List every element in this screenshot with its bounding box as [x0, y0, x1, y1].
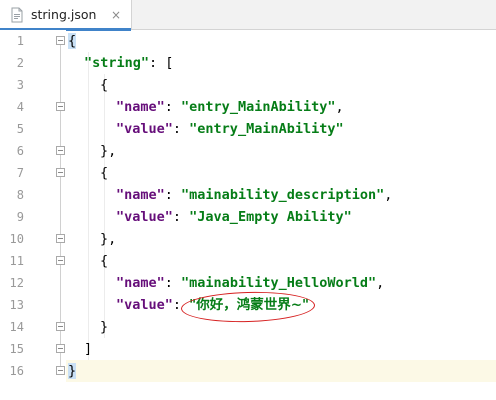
json-key: "value": [116, 209, 173, 225]
code-line-4: "name": "entry_MainAbility",: [116, 96, 344, 118]
punctuation: {: [100, 165, 109, 181]
punctuation: :: [172, 209, 190, 225]
punctuation: },: [100, 143, 117, 159]
json-key: "value": [116, 121, 173, 137]
fold-toggle-icon[interactable]: [56, 322, 65, 331]
fold-guide-line: [60, 42, 61, 370]
code-line-14: }: [100, 316, 108, 338]
line-number: 14: [9, 320, 24, 334]
punctuation: },: [100, 231, 117, 247]
punctuation: ,: [335, 99, 344, 115]
punctuation: : [: [149, 55, 174, 71]
indent-guide: [88, 52, 89, 360]
json-key: "name": [116, 275, 165, 291]
punctuation: :: [164, 275, 182, 291]
json-string-value: "entry_MainAbility": [189, 121, 344, 137]
editor-tab-bar: string.json ×: [0, 0, 496, 31]
json-key: "value": [116, 297, 173, 313]
tab-string-json[interactable]: string.json ×: [0, 0, 132, 31]
punctuation: ]: [84, 341, 93, 357]
code-line-16: }: [68, 360, 77, 382]
line-number: 15: [9, 342, 24, 356]
current-line-highlight: [66, 360, 496, 382]
fold-toggle-icon[interactable]: [56, 234, 65, 243]
indent-guide: [104, 74, 105, 338]
fold-toggle-icon[interactable]: [56, 256, 65, 265]
json-key: "string": [84, 55, 150, 71]
line-number: 2: [16, 56, 24, 70]
punctuation: {: [100, 253, 109, 269]
line-number: 7: [16, 166, 24, 180]
line-number: 10: [9, 232, 24, 246]
fold-toggle-icon[interactable]: [56, 168, 65, 177]
code-line-3: {: [100, 74, 108, 96]
code-line-5: "value": "entry_MainAbility": [116, 118, 344, 140]
punctuation: }: [100, 319, 109, 335]
json-string-value: "entry_MainAbility": [181, 99, 336, 115]
line-number-gutter: 1 2 3 4 5 6 7 8 9 10 11 12 13 14 15 16: [0, 30, 66, 400]
json-key: "name": [116, 187, 165, 203]
punctuation: {: [100, 77, 109, 93]
punctuation: ,: [384, 187, 393, 203]
punctuation: :: [164, 99, 182, 115]
punctuation: :: [172, 121, 190, 137]
code-line-12: "name": "mainability_HelloWorld",: [116, 272, 384, 294]
fold-toggle-icon[interactable]: [56, 36, 65, 45]
line-number: 9: [16, 210, 24, 224]
tab-label: string.json: [31, 7, 97, 22]
close-brace: }: [68, 363, 77, 379]
code-line-6: },: [100, 140, 116, 162]
line-number: 5: [16, 122, 24, 136]
fold-toggle-icon[interactable]: [56, 344, 65, 353]
code-line-10: },: [100, 228, 116, 250]
line-number: 1: [16, 34, 24, 48]
open-brace: {: [68, 33, 77, 49]
punctuation: :: [164, 187, 182, 203]
line-number: 11: [9, 254, 24, 268]
json-string-value: "Java_Empty Ability": [189, 209, 352, 225]
line-number: 12: [9, 276, 24, 290]
code-editor[interactable]: { "string": [ { "name": "entry_MainAbili…: [66, 30, 496, 400]
line-number: 6: [16, 144, 24, 158]
line-number: 3: [16, 78, 24, 92]
code-line-1: {: [68, 30, 77, 52]
code-line-11: {: [100, 250, 108, 272]
code-line-2: "string": [: [84, 52, 173, 74]
code-line-9: "value": "Java_Empty Ability": [116, 206, 352, 228]
code-line-8: "name": "mainability_description",: [116, 184, 392, 206]
fold-toggle-icon[interactable]: [56, 102, 65, 111]
line-number: 4: [16, 100, 24, 114]
line-number: 13: [9, 298, 24, 312]
fold-toggle-icon[interactable]: [56, 146, 65, 155]
fold-toggle-icon[interactable]: [56, 366, 65, 375]
json-string-value: "mainability_HelloWorld": [181, 275, 377, 291]
code-line-15: ]: [84, 338, 92, 360]
json-file-icon: [9, 7, 25, 23]
line-number: 16: [9, 364, 24, 378]
line-number: 8: [16, 188, 24, 202]
json-string-value: "mainability_description": [181, 187, 385, 203]
close-icon[interactable]: ×: [110, 9, 122, 21]
json-key: "name": [116, 99, 165, 115]
punctuation: ,: [376, 275, 385, 291]
code-line-7: {: [100, 162, 108, 184]
